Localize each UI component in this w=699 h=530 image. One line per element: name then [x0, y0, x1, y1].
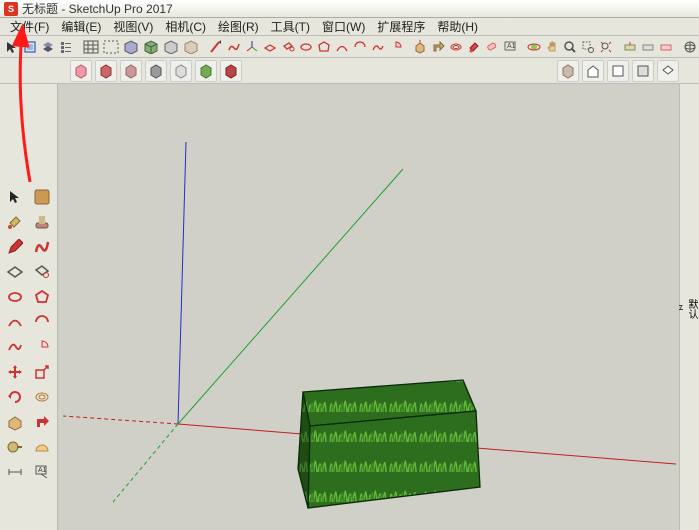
lt-stamp-icon[interactable] — [29, 210, 55, 234]
tool-paint-icon[interactable] — [466, 37, 482, 56]
section-add-icon[interactable] — [622, 37, 638, 56]
tool-2arc-icon[interactable] — [352, 37, 368, 56]
view-top-icon[interactable] — [657, 60, 679, 82]
view-front-icon[interactable] — [607, 60, 629, 82]
lt-rrect-icon[interactable] — [29, 260, 55, 284]
style-btn-2-icon[interactable] — [95, 60, 117, 82]
nav-orbit-icon[interactable] — [526, 37, 542, 56]
tool-hidden-icon[interactable] — [102, 37, 120, 56]
lt-dim-icon[interactable] — [2, 460, 28, 484]
menu-draw[interactable]: 绘图(R) — [212, 18, 265, 35]
tool-line-icon[interactable] — [208, 37, 224, 56]
tool-pie-icon[interactable] — [388, 37, 404, 56]
tool-rectangle-icon[interactable] — [262, 37, 278, 56]
svg-text:A1: A1 — [507, 43, 516, 50]
lt-rect-icon[interactable] — [2, 260, 28, 284]
scene-canvas — [58, 84, 679, 530]
lt-offset-icon[interactable] — [29, 385, 55, 409]
right-panel: 默认 平 选择 — [679, 84, 699, 530]
lt-tape-icon[interactable] — [2, 435, 28, 459]
secondary-toolbar — [0, 58, 699, 84]
nav-zoomwin-icon[interactable] — [580, 37, 596, 56]
title-bar: S 无标题 - SketchUp Pro 2017 — [0, 0, 699, 18]
section-disp-icon[interactable] — [640, 37, 656, 56]
lt-curve-icon[interactable] — [29, 235, 55, 259]
lt-pie-icon[interactable] — [29, 335, 55, 359]
tool-freehand-icon[interactable] — [226, 37, 242, 56]
svg-text:A1: A1 — [38, 467, 47, 474]
3d-viewport[interactable] — [58, 84, 679, 530]
main-toolbar: A1 SU SU — [0, 36, 699, 58]
menu-file[interactable]: 文件(F) — [4, 18, 55, 35]
menu-edit[interactable]: 编辑(E) — [55, 18, 107, 35]
nav-zoom-icon[interactable] — [562, 37, 578, 56]
lt-paint-icon[interactable] — [2, 210, 28, 234]
tool-3arc-icon[interactable] — [370, 37, 386, 56]
menu-tools[interactable]: 工具(T) — [265, 18, 316, 35]
tool-component-icon[interactable] — [22, 37, 38, 56]
lt-follow-icon[interactable] — [29, 410, 55, 434]
tool-axes-icon[interactable] — [244, 37, 260, 56]
tool-pushpull-icon[interactable] — [412, 37, 428, 56]
lt-scale-icon[interactable] — [29, 360, 55, 384]
style-btn-1-icon[interactable] — [70, 60, 92, 82]
tool-select-icon[interactable] — [4, 37, 20, 56]
app-icon: S — [4, 2, 18, 16]
tool-eraser-icon[interactable] — [484, 37, 500, 56]
menu-view[interactable]: 视图(V) — [107, 18, 159, 35]
tool-mono-icon[interactable] — [162, 37, 180, 56]
style-btn-5-icon[interactable] — [170, 60, 192, 82]
menu-bar: 文件(F) 编辑(E) 视图(V) 相机(C) 绘图(R) 工具(T) 窗口(W… — [0, 18, 699, 36]
tool-shaded-icon[interactable] — [122, 37, 140, 56]
ext-globe-icon[interactable] — [682, 37, 698, 56]
tool-arc-icon[interactable] — [334, 37, 350, 56]
tool-polygon-icon[interactable] — [316, 37, 332, 56]
menu-extensions[interactable]: 扩展程序 — [371, 18, 431, 35]
view-iso-icon[interactable] — [557, 60, 579, 82]
tool-outliner-icon[interactable] — [58, 37, 74, 56]
lt-rotate-icon[interactable] — [2, 385, 28, 409]
tool-layers-icon[interactable] — [40, 37, 56, 56]
tool-texture-icon[interactable] — [142, 37, 160, 56]
left-toolbox: A1 — [0, 84, 58, 530]
title-text: 无标题 - SketchUp Pro 2017 — [22, 0, 173, 17]
lt-protractor-icon[interactable] — [29, 435, 55, 459]
lt-select-icon[interactable] — [2, 185, 28, 209]
lt-move-icon[interactable] — [2, 360, 28, 384]
style-btn-3-icon[interactable] — [120, 60, 142, 82]
menu-help[interactable]: 帮助(H) — [431, 18, 484, 35]
menu-window[interactable]: 窗口(W) — [316, 18, 371, 35]
view-side-icon[interactable] — [632, 60, 654, 82]
tool-wireframe-icon[interactable] — [82, 37, 100, 56]
tool-followme-icon[interactable] — [430, 37, 446, 56]
lt-arc2-icon[interactable] — [29, 310, 55, 334]
lt-arc3-icon[interactable] — [2, 335, 28, 359]
lt-text2-icon[interactable]: A1 — [29, 460, 55, 484]
tool-styles-icon[interactable] — [182, 37, 200, 56]
lt-pushpull2-icon[interactable] — [2, 410, 28, 434]
tool-text-icon[interactable]: A1 — [502, 37, 518, 56]
view-home-icon[interactable] — [582, 60, 604, 82]
tool-circle-icon[interactable] — [298, 37, 314, 56]
tool-rotated-rect-icon[interactable] — [280, 37, 296, 56]
style-btn-6-icon[interactable] — [195, 60, 217, 82]
lt-pencil-icon[interactable] — [2, 235, 28, 259]
lt-material-icon[interactable] — [29, 185, 55, 209]
nav-zoomext-icon[interactable] — [598, 37, 614, 56]
lt-polygon-icon[interactable] — [29, 285, 55, 309]
lt-circle-icon[interactable] — [2, 285, 28, 309]
style-btn-4-icon[interactable] — [145, 60, 167, 82]
rp-default-label[interactable]: 默认 — [684, 94, 699, 524]
lt-arc1-icon[interactable] — [2, 310, 28, 334]
tool-offset-icon[interactable] — [448, 37, 464, 56]
style-btn-7-icon[interactable] — [220, 60, 242, 82]
menu-camera[interactable]: 相机(C) — [159, 18, 212, 35]
section-cut-icon[interactable] — [658, 37, 674, 56]
nav-pan-icon[interactable] — [544, 37, 560, 56]
